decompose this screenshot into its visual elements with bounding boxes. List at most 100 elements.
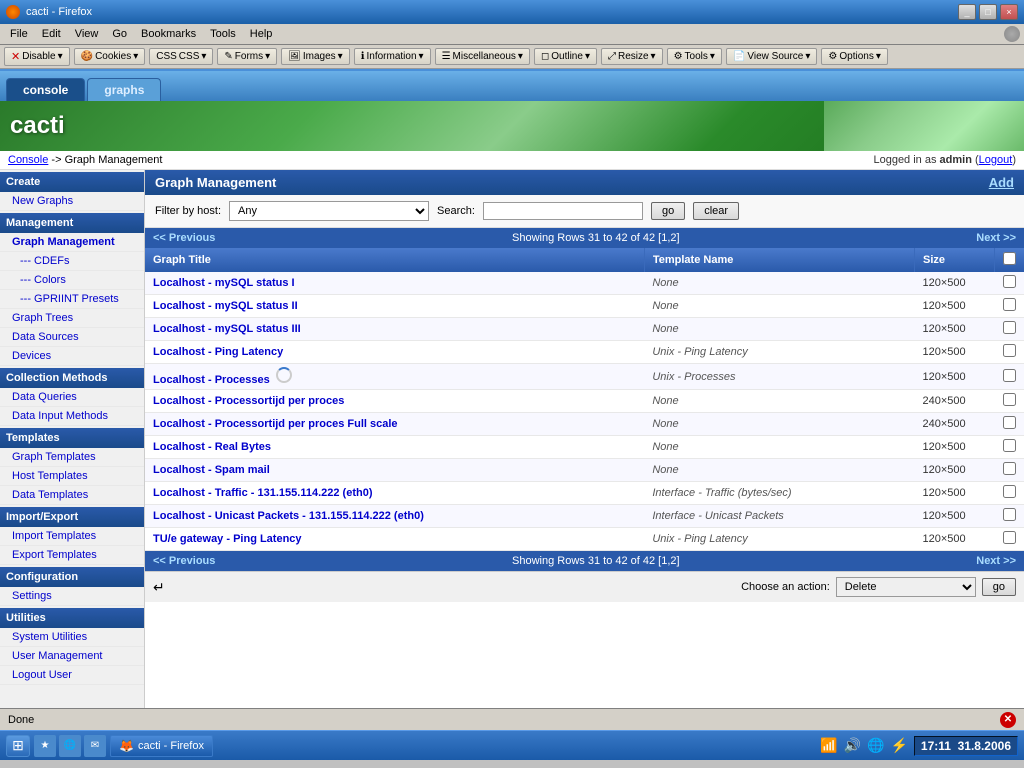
menu-bookmarks[interactable]: Bookmarks	[135, 26, 202, 42]
minimize-button[interactable]: _	[958, 4, 976, 20]
information-button[interactable]: ℹ Information▾	[354, 48, 431, 65]
row-checkbox[interactable]	[1003, 344, 1016, 357]
action-select[interactable]: Delete	[836, 577, 976, 597]
graph-title-link[interactable]: Localhost - Processes	[153, 374, 270, 386]
console-link[interactable]: Console	[8, 154, 48, 166]
graph-title-link[interactable]: Localhost - Processortijd per proces Ful…	[153, 418, 398, 430]
row-checkbox[interactable]	[1003, 439, 1016, 452]
main-layout: Create New Graphs Management Graph Manag…	[0, 170, 1024, 708]
images-button[interactable]: 🖼 Images▾	[281, 48, 350, 65]
menu-file[interactable]: File	[4, 26, 34, 42]
row-checkbox[interactable]	[1003, 416, 1016, 429]
forms-button[interactable]: ✎ Forms▾	[217, 48, 277, 65]
menu-edit[interactable]: Edit	[36, 26, 67, 42]
launcher-2[interactable]: 🌐	[59, 735, 81, 757]
miscellaneous-button[interactable]: ☰ Miscellaneous▾	[435, 48, 530, 65]
row-checkbox[interactable]	[1003, 298, 1016, 311]
graph-title-link[interactable]: Localhost - Real Bytes	[153, 441, 271, 453]
sidebar-item-logout-user[interactable]: Logout User	[0, 666, 144, 685]
action-go-button[interactable]: go	[982, 578, 1016, 596]
row-checkbox[interactable]	[1003, 462, 1016, 475]
search-input[interactable]	[483, 202, 643, 220]
sidebar-item-cdefs[interactable]: --- CDEFs	[0, 252, 144, 271]
sidebar-item-graph-templates[interactable]: Graph Templates	[0, 448, 144, 467]
graph-title-link[interactable]: TU/e gateway - Ping Latency	[153, 533, 302, 545]
auth-info: Logged in as admin (Logout)	[873, 154, 1016, 166]
graph-title-link[interactable]: Localhost - Traffic - 131.155.114.222 (e…	[153, 487, 372, 499]
options-tb-button[interactable]: ⚙ Options▾	[821, 48, 887, 65]
graph-title-link[interactable]: Localhost - Spam mail	[153, 464, 270, 476]
size-cell: 120×500	[915, 436, 995, 459]
view-source-button[interactable]: 📄 View Source▾	[726, 48, 817, 65]
sidebar-item-new-graphs[interactable]: New Graphs	[0, 192, 144, 211]
disable-button[interactable]: ✕Disable▾	[4, 47, 70, 66]
sidebar-item-graph-trees[interactable]: Graph Trees	[0, 309, 144, 328]
sidebar-item-colors[interactable]: --- Colors	[0, 271, 144, 290]
prev-link-top[interactable]: << Previous	[153, 232, 215, 244]
graph-title-link[interactable]: Localhost - Processortijd per proces	[153, 395, 344, 407]
sidebar-item-data-templates[interactable]: Data Templates	[0, 486, 144, 505]
sidebar-item-gpriint[interactable]: --- GPRIINT Presets	[0, 290, 144, 309]
col-size: Size	[915, 248, 995, 272]
tab-graphs[interactable]: graphs	[87, 78, 161, 101]
launcher-3[interactable]: ✉	[84, 735, 106, 757]
go-button[interactable]: go	[651, 202, 685, 220]
menu-tools[interactable]: Tools	[204, 26, 242, 42]
window-titlebar: cacti - Firefox _ □ ×	[0, 0, 1024, 24]
sidebar-item-graph-management[interactable]: Graph Management	[0, 233, 144, 252]
row-checkbox[interactable]	[1003, 321, 1016, 334]
check-cell	[995, 459, 1024, 482]
logout-link[interactable]: Logout	[979, 154, 1013, 166]
row-checkbox[interactable]	[1003, 508, 1016, 521]
sidebar-item-settings[interactable]: Settings	[0, 587, 144, 606]
graph-title-link[interactable]: Localhost - Ping Latency	[153, 346, 283, 358]
sidebar-item-data-input[interactable]: Data Input Methods	[0, 407, 144, 426]
resize-button[interactable]: ⤢ Resize▾	[601, 48, 663, 65]
filter-host-select[interactable]: Any	[229, 201, 429, 221]
graph-title-link[interactable]: Localhost - mySQL status II	[153, 300, 298, 312]
graph-title-cell: Localhost - mySQL status I	[145, 272, 644, 295]
clear-button[interactable]: clear	[693, 202, 739, 220]
cookies-button[interactable]: 🍪 Cookies▾	[74, 48, 146, 65]
sidebar-item-data-sources[interactable]: Data Sources	[0, 328, 144, 347]
row-checkbox[interactable]	[1003, 275, 1016, 288]
sidebar-item-devices[interactable]: Devices	[0, 347, 144, 366]
sidebar-item-user-management[interactable]: User Management	[0, 647, 144, 666]
pagination-showing-bottom: Showing Rows 31 to 42 of 42 [1,2]	[512, 555, 680, 567]
close-button[interactable]: ×	[1000, 4, 1018, 20]
sidebar-item-data-queries[interactable]: Data Queries	[0, 388, 144, 407]
options-button[interactable]	[1004, 26, 1020, 42]
menu-help[interactable]: Help	[244, 26, 279, 42]
taskbar-app-cacti[interactable]: 🦊 cacti - Firefox	[110, 735, 213, 757]
tools-button[interactable]: ⚙ Tools▾	[667, 48, 722, 65]
graph-title-cell: Localhost - Unicast Packets - 131.155.11…	[145, 505, 644, 528]
row-checkbox[interactable]	[1003, 393, 1016, 406]
next-link-top[interactable]: Next >>	[976, 232, 1016, 244]
menu-view[interactable]: View	[69, 26, 105, 42]
row-checkbox[interactable]	[1003, 531, 1016, 544]
sidebar-item-export-templates[interactable]: Export Templates	[0, 546, 144, 565]
graph-title-link[interactable]: Localhost - Unicast Packets - 131.155.11…	[153, 510, 424, 522]
select-all-checkbox[interactable]	[1003, 252, 1016, 265]
tab-console[interactable]: console	[6, 78, 85, 101]
sidebar-item-host-templates[interactable]: Host Templates	[0, 467, 144, 486]
maximize-button[interactable]: □	[979, 4, 997, 20]
next-link-bottom[interactable]: Next >>	[976, 555, 1016, 567]
prev-link-bottom[interactable]: << Previous	[153, 555, 215, 567]
disable-icon: ✕	[11, 50, 20, 63]
launcher-1[interactable]: ★	[34, 735, 56, 757]
sidebar-item-system-utilities[interactable]: System Utilities	[0, 628, 144, 647]
sidebar-item-import-templates[interactable]: Import Templates	[0, 527, 144, 546]
taskbar: ⊞ ★ 🌐 ✉ 🦊 cacti - Firefox 📶 🔊 🌐 ⚡ 17:11 …	[0, 730, 1024, 760]
add-link[interactable]: Add	[989, 175, 1014, 190]
start-button[interactable]: ⊞	[6, 735, 30, 757]
col-check	[995, 248, 1024, 272]
outline-button[interactable]: ◻ Outline▾	[534, 48, 597, 65]
menu-go[interactable]: Go	[106, 26, 133, 42]
graph-title-link[interactable]: Localhost - mySQL status III	[153, 323, 301, 335]
graph-title-link[interactable]: Localhost - mySQL status I	[153, 277, 295, 289]
row-checkbox[interactable]	[1003, 485, 1016, 498]
row-checkbox[interactable]	[1003, 369, 1016, 382]
css-button[interactable]: CSS CSS▾	[149, 48, 213, 65]
window-controls: _ □ ×	[958, 4, 1018, 20]
